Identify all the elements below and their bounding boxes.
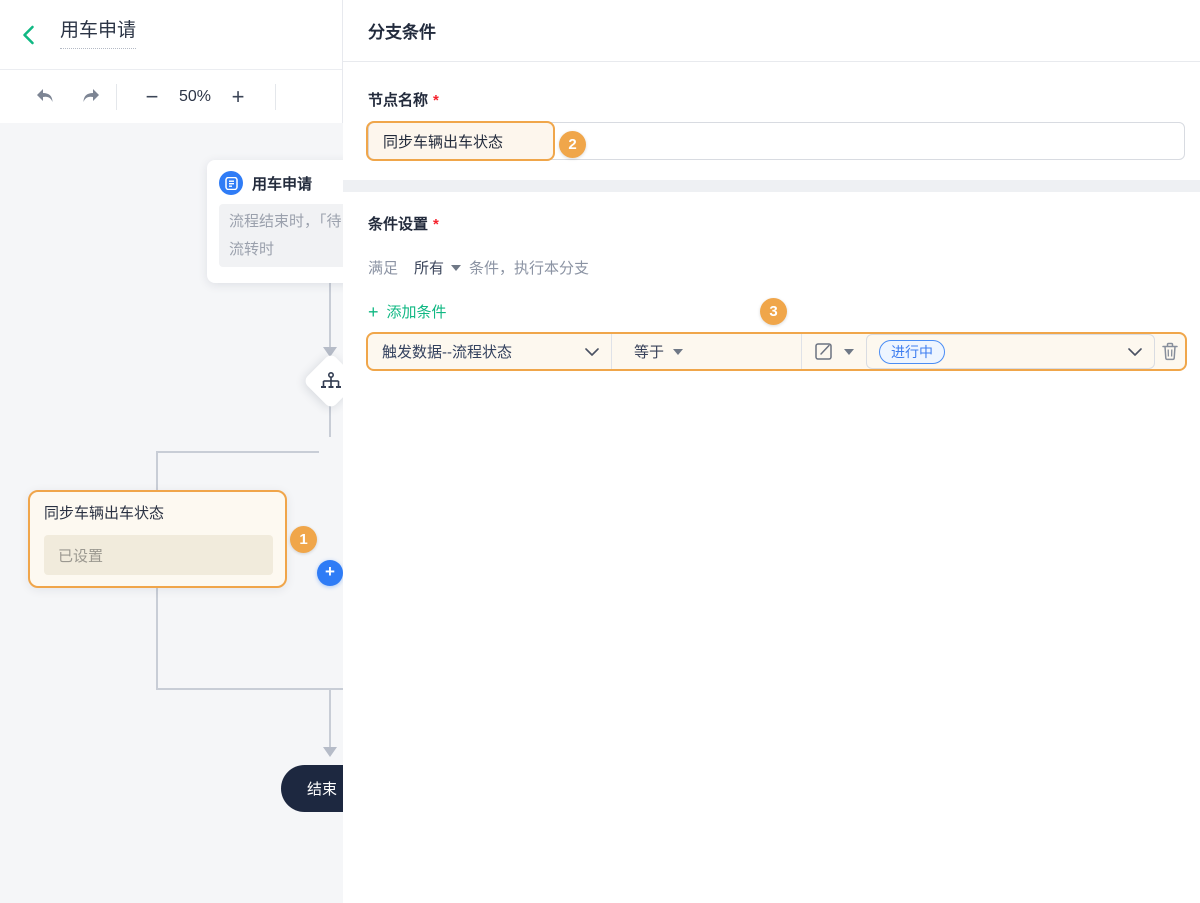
annotation-box-2: 同步车辆出车状态	[366, 121, 555, 161]
edit-icon	[815, 343, 832, 360]
chevron-down-icon	[1128, 348, 1142, 356]
condition-operator-select[interactable]: 等于	[612, 334, 802, 369]
node-name-label: 节点名称*	[368, 89, 439, 110]
match-rule-row: 满足 所有 条件，执行本分支	[368, 257, 589, 278]
toolbar-divider	[116, 84, 117, 110]
workflow-editor: 用车申请 − 50% +	[0, 0, 1200, 903]
flow-title[interactable]: 用车申请	[60, 20, 136, 49]
panel-title: 分支条件	[368, 18, 436, 43]
caret-down-icon	[844, 349, 854, 355]
required-asterisk: *	[433, 216, 439, 233]
canvas-toolbar: − 50% +	[0, 70, 342, 123]
condition-row: 触发数据--流程状态 等于 进行中	[366, 332, 1187, 371]
value-tag[interactable]: 进行中	[879, 340, 945, 364]
branch-condition-panel: 分支条件 节点名称* 同步车辆出车状态 2 条件设置* 满足 所有 条件，执行本…	[343, 0, 1200, 903]
condition-field-select[interactable]: 触发数据--流程状态	[368, 334, 612, 369]
annotation-badge-3: 3	[760, 298, 787, 325]
back-icon[interactable]	[18, 24, 40, 46]
match-suffix: 条件，执行本分支	[469, 257, 589, 278]
trigger-desc-line2: 流转时	[229, 236, 343, 264]
flow-connector	[329, 688, 331, 748]
selected-node-title: 同步车辆出车状态	[44, 502, 271, 523]
node-name-value[interactable]: 同步车辆出车状态	[383, 131, 503, 152]
zoom-in-button[interactable]: +	[223, 84, 253, 110]
form-document-icon	[219, 171, 243, 195]
delete-condition-button[interactable]	[1155, 334, 1185, 369]
trigger-node-header: 用车申请	[219, 171, 343, 195]
flow-connector	[156, 688, 343, 690]
plus-icon: +	[325, 562, 335, 582]
redo-icon[interactable]	[77, 84, 103, 110]
required-asterisk: *	[433, 92, 439, 109]
trash-icon	[1161, 342, 1179, 361]
section-separator	[343, 180, 1200, 192]
plus-icon: +	[368, 303, 379, 321]
add-node-button[interactable]: +	[317, 560, 343, 586]
end-node-label: 结束	[307, 778, 337, 799]
undo-icon[interactable]	[33, 84, 59, 110]
flow-connector	[157, 451, 319, 453]
zoom-out-button[interactable]: −	[137, 84, 167, 110]
flow-connector	[329, 403, 331, 437]
condition-input-mode-toggle[interactable]	[802, 334, 866, 369]
add-condition-button[interactable]: + 添加条件	[368, 301, 447, 322]
arrow-down-icon	[323, 747, 337, 757]
selected-node-card[interactable]: 同步车辆出车状态 已设置	[28, 490, 287, 588]
trigger-node-card[interactable]: 用车申请 流程结束时，「待 流转时	[207, 160, 343, 283]
caret-down-icon	[451, 265, 461, 271]
condition-value-select[interactable]: 进行中	[866, 334, 1155, 369]
branch-icon	[320, 372, 342, 392]
end-node[interactable]: 结束	[281, 765, 343, 812]
toolbar-divider	[275, 84, 276, 110]
annotation-badge-1: 1	[290, 526, 317, 553]
panel-divider	[343, 61, 1200, 62]
flow-canvas[interactable]: 用车申请 流程结束时，「待 流转时 +	[0, 123, 343, 903]
caret-down-icon	[673, 349, 683, 355]
trigger-node-description: 流程结束时，「待 流转时	[219, 204, 343, 267]
chevron-down-icon	[585, 348, 599, 356]
annotation-badge-2: 2	[559, 131, 586, 158]
match-prefix: 满足	[368, 257, 398, 278]
zoom-level: 50%	[167, 88, 223, 106]
trigger-desc-line1: 流程结束时，「待	[229, 208, 343, 236]
trigger-node-title: 用车申请	[252, 173, 312, 194]
match-mode-dropdown[interactable]: 所有	[414, 257, 461, 278]
condition-settings-label: 条件设置*	[368, 213, 439, 234]
flow-canvas-column: 用车申请 − 50% +	[0, 0, 343, 903]
flow-connector	[329, 283, 331, 347]
selected-node-status: 已设置	[44, 535, 273, 575]
canvas-header: 用车申请	[0, 0, 342, 70]
